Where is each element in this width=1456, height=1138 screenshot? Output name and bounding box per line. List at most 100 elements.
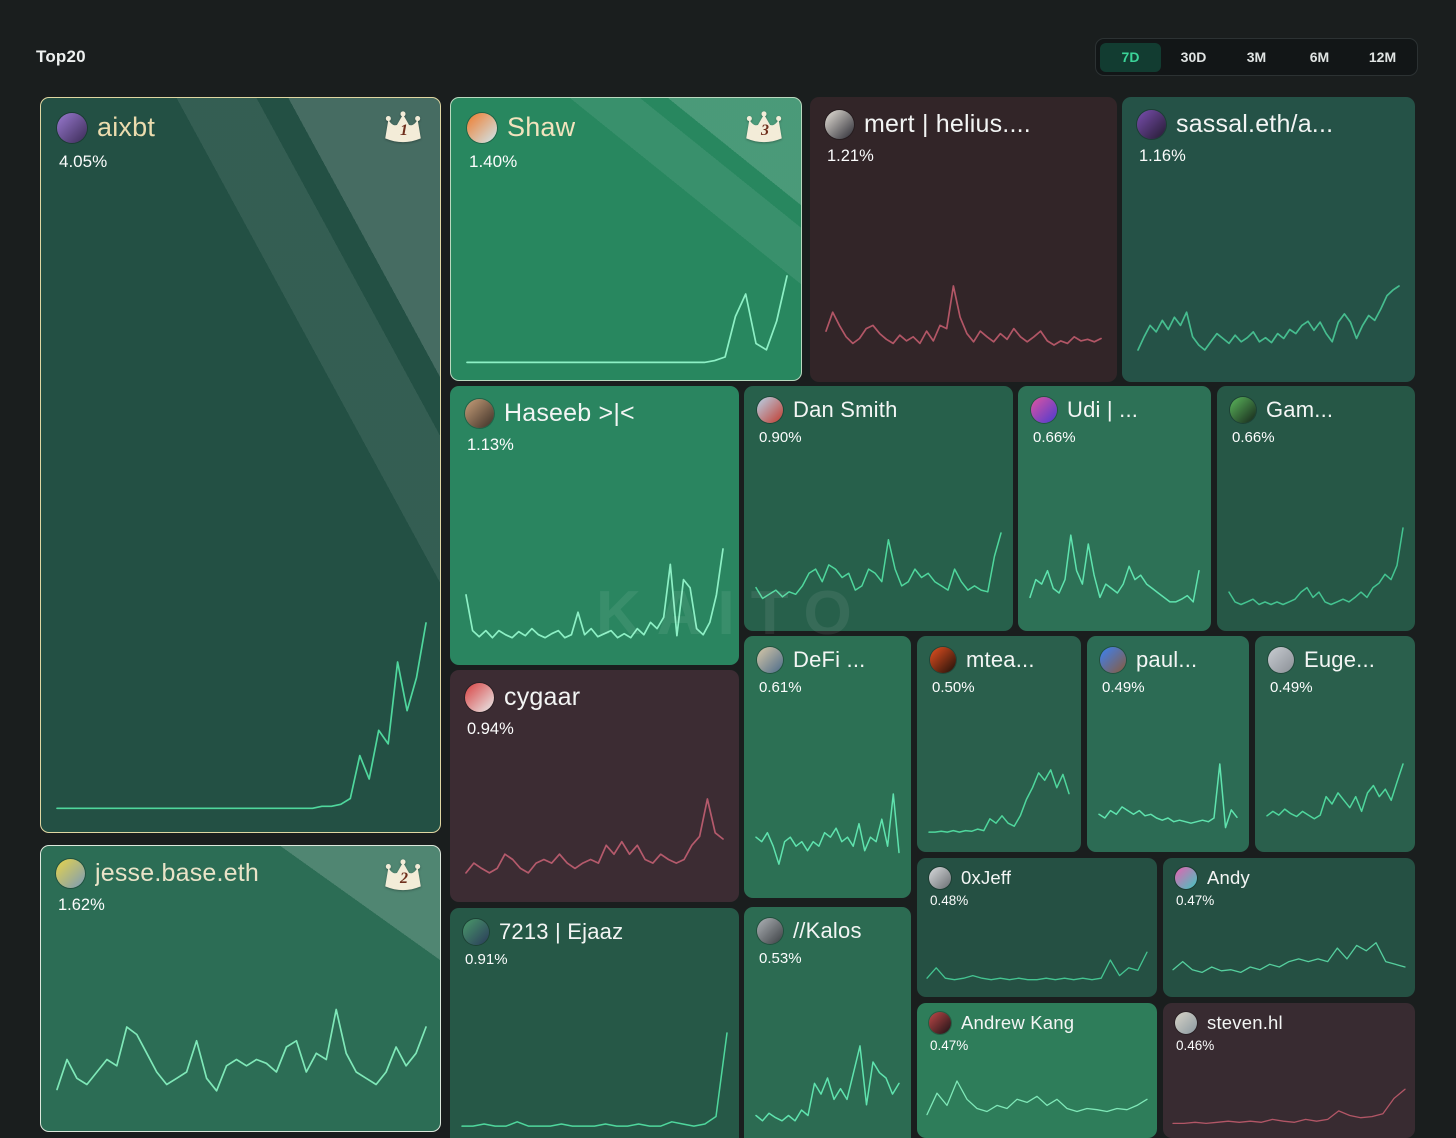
account-name: jesse.base.eth <box>95 859 259 888</box>
mindshare-percent: 0.50% <box>932 679 1068 696</box>
rank-number: 1 <box>382 122 426 140</box>
avatar <box>57 113 87 143</box>
treemap-cell-cygaar[interactable]: cygaar 0.94% <box>450 670 739 902</box>
sparkline-chart <box>57 990 426 1119</box>
mindshare-percent: 0.66% <box>1232 429 1402 446</box>
sparkline-chart <box>1138 284 1399 370</box>
treemap-cell-steven-hl[interactable]: steven.hl 0.46% <box>1163 1003 1415 1138</box>
avatar <box>467 113 497 143</box>
crown-rank-badge: 1 <box>380 110 426 148</box>
treemap-cell-gam[interactable]: Gam... 0.66% <box>1217 386 1415 631</box>
treemap-cell-euge[interactable]: Euge... 0.49% <box>1255 636 1415 852</box>
treemap-cell-0xjeff[interactable]: 0xJeff 0.48% <box>917 858 1157 997</box>
avatar <box>465 683 494 712</box>
avatar <box>929 867 951 889</box>
avatar <box>757 397 783 423</box>
account-name: paul... <box>1136 647 1197 673</box>
mindshare-percent: 1.13% <box>467 436 724 455</box>
sparkline-chart <box>927 933 1147 989</box>
account-name: //Kalos <box>793 918 862 944</box>
sparkline-chart <box>1173 931 1405 989</box>
sparkline-chart <box>57 621 426 820</box>
mindshare-percent: 1.21% <box>827 147 1102 166</box>
account-name: Haseeb >|< <box>504 399 635 428</box>
rank-number: 3 <box>743 122 787 140</box>
sparkline-chart <box>927 1065 1147 1130</box>
mindshare-percent: 1.16% <box>1139 147 1400 166</box>
account-name: DeFi ... <box>793 647 866 673</box>
treemap-cell-jesse[interactable]: jesse.base.eth 1.62% 2 <box>40 845 441 1132</box>
treemap-cell-mert[interactable]: mert | helius.... 1.21% <box>810 97 1117 382</box>
mindshare-percent: 0.49% <box>1270 679 1402 696</box>
account-name: mert | helius.... <box>864 110 1031 139</box>
avatar <box>1268 647 1294 673</box>
treemap-cell-haseeb[interactable]: Haseeb >|< 1.13% <box>450 386 739 665</box>
treemap-cell-ejaaz[interactable]: 7213 | Ejaaz 0.91% <box>450 908 739 1138</box>
avatar <box>463 919 489 945</box>
account-name: aixbt <box>97 112 155 143</box>
account-name: 7213 | Ejaaz <box>499 919 623 945</box>
account-name: mtea... <box>966 647 1035 673</box>
mindshare-percent: 4.05% <box>59 152 424 172</box>
avatar <box>930 647 956 673</box>
avatar <box>757 647 783 673</box>
avatar <box>1100 647 1126 673</box>
sparkline-chart <box>1099 762 1237 840</box>
sparkline-chart <box>1030 526 1199 619</box>
crown-rank-badge: 3 <box>741 110 787 148</box>
rank-number: 2 <box>382 870 426 888</box>
account-name: steven.hl <box>1207 1012 1283 1034</box>
mindshare-percent: 0.61% <box>759 679 898 696</box>
mindshare-percent: 0.91% <box>465 951 726 968</box>
mindshare-percent: 0.48% <box>930 893 1145 908</box>
treemap-cell-mtea[interactable]: mtea... 0.50% <box>917 636 1081 852</box>
mindshare-dashboard: Top20 7D30D3M6M12M KAITO aixbt 4.05% 1 S… <box>0 0 1456 1138</box>
mindshare-percent: 0.66% <box>1033 429 1198 446</box>
treemap-cell-udi[interactable]: Udi | ... 0.66% <box>1018 386 1211 631</box>
sparkline-chart <box>1229 526 1403 619</box>
treemap-cell-aixbt[interactable]: aixbt 4.05% 1 <box>40 97 441 833</box>
account-name: 0xJeff <box>961 867 1011 889</box>
treemap-cell-paul[interactable]: paul... 0.49% <box>1087 636 1249 852</box>
mindshare-percent: 0.53% <box>759 950 898 967</box>
sparkline-chart <box>756 792 899 886</box>
sparkline-chart <box>466 797 723 890</box>
account-name: Dan Smith <box>793 397 898 423</box>
sparkline-chart <box>929 762 1069 840</box>
avatar <box>825 110 854 139</box>
treemap-cell-shaw[interactable]: Shaw 1.40% 3 <box>450 97 802 381</box>
sparkline-chart <box>1267 762 1403 840</box>
sparkline-chart <box>462 1031 727 1138</box>
avatar <box>1175 1012 1197 1034</box>
mindshare-percent: 0.49% <box>1102 679 1236 696</box>
mindshare-percent: 0.47% <box>930 1038 1145 1053</box>
avatar <box>1031 397 1057 423</box>
crown-rank-badge: 2 <box>380 858 426 896</box>
sparkline-chart <box>467 274 787 368</box>
mindshare-percent: 1.40% <box>469 152 785 172</box>
account-name: cygaar <box>504 683 580 712</box>
account-name: sassal.eth/a... <box>1176 110 1333 139</box>
mindshare-percent: 0.94% <box>467 720 724 739</box>
treemap-board: KAITO aixbt 4.05% 1 Shaw 1.40% <box>0 0 1456 1138</box>
avatar <box>465 399 494 428</box>
account-name: Andy <box>1207 867 1250 889</box>
account-name: Gam... <box>1266 397 1333 423</box>
treemap-cell-dan-smith[interactable]: Dan Smith 0.90% <box>744 386 1013 631</box>
sparkline-chart <box>756 531 1001 619</box>
treemap-cell-andy[interactable]: Andy 0.47% <box>1163 858 1415 997</box>
avatar <box>1230 397 1256 423</box>
avatar <box>929 1012 951 1034</box>
sparkline-chart <box>466 547 723 653</box>
treemap-cell-kalos[interactable]: //Kalos 0.53% <box>744 907 911 1138</box>
mindshare-percent: 0.47% <box>1176 893 1403 908</box>
treemap-cell-defi[interactable]: DeFi ... 0.61% <box>744 636 911 898</box>
treemap-cell-andrew-kang[interactable]: Andrew Kang 0.47% <box>917 1003 1157 1138</box>
sparkline-chart <box>826 284 1101 370</box>
avatar <box>56 859 85 888</box>
avatar <box>757 918 783 944</box>
treemap-cell-sassal[interactable]: sassal.eth/a... 1.16% <box>1122 97 1415 382</box>
account-name: Andrew Kang <box>961 1012 1074 1034</box>
mindshare-percent: 0.46% <box>1176 1038 1403 1053</box>
account-name: Shaw <box>507 112 575 143</box>
